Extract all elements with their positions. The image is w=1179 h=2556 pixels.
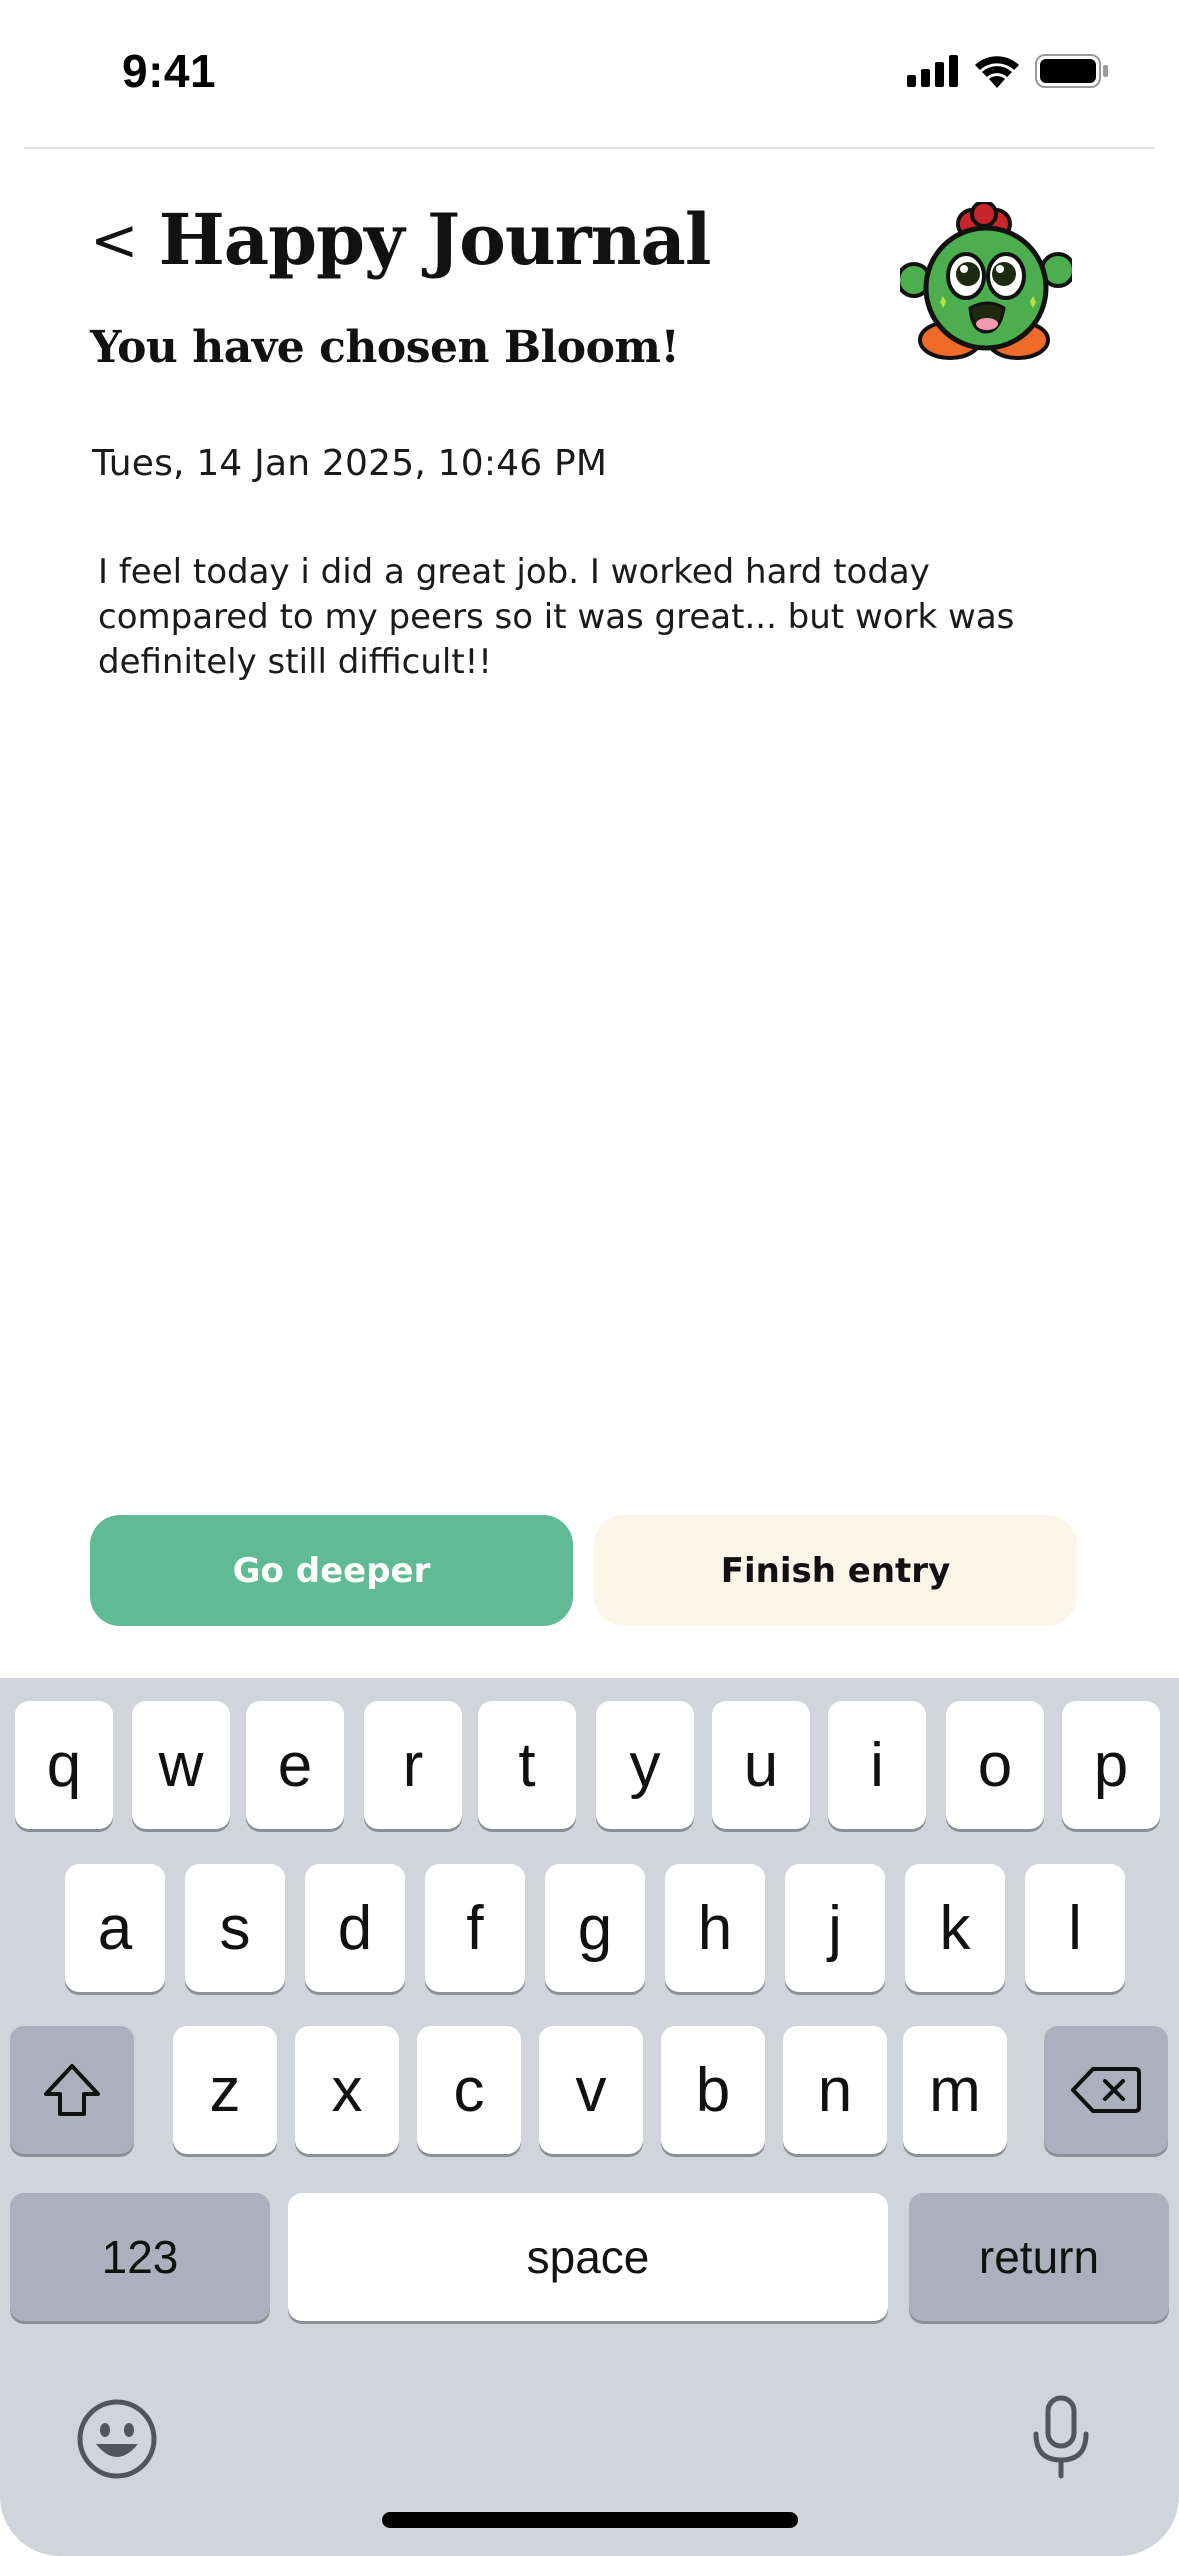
key-i[interactable]: i [828, 1701, 926, 1829]
finish-entry-button[interactable]: Finish entry [594, 1515, 1077, 1626]
key-r[interactable]: r [364, 1701, 462, 1829]
key-j[interactable]: j [785, 1864, 885, 1992]
wifi-icon [975, 56, 1019, 88]
entry-text-area[interactable]: I feel today i did a great job. I worked… [98, 550, 1088, 685]
key-q[interactable]: q [15, 1701, 113, 1829]
key-g[interactable]: g [545, 1864, 645, 1992]
key-m[interactable]: m [903, 2026, 1007, 2154]
signal-icon [907, 55, 958, 87]
key-a[interactable]: a [65, 1864, 165, 1992]
numbers-key[interactable]: 123 [10, 2193, 270, 2321]
key-b[interactable]: b [661, 2026, 765, 2154]
key-e[interactable]: e [246, 1701, 344, 1829]
shift-key[interactable] [10, 2026, 134, 2154]
key-d[interactable]: d [305, 1864, 405, 1992]
page-subtitle: You have chosen Bloom! [90, 322, 680, 373]
key-s[interactable]: s [185, 1864, 285, 1992]
key-p[interactable]: p [1062, 1701, 1160, 1829]
key-l[interactable]: l [1025, 1864, 1125, 1992]
key-y[interactable]: y [596, 1701, 694, 1829]
delete-key[interactable] [1044, 2026, 1168, 2154]
space-key[interactable]: space [288, 2193, 888, 2321]
key-z[interactable]: z [173, 2026, 277, 2154]
bloom-mascot-icon [900, 202, 1072, 360]
go-deeper-button[interactable]: Go deeper [90, 1515, 573, 1626]
key-o[interactable]: o [946, 1701, 1044, 1829]
header-divider [24, 147, 1155, 149]
microphone-icon[interactable] [1030, 2394, 1092, 2480]
emoji-icon[interactable] [76, 2398, 158, 2480]
key-n[interactable]: n [783, 2026, 887, 2154]
status-bar: 9:41 [0, 0, 1179, 150]
key-t[interactable]: t [478, 1701, 576, 1829]
key-u[interactable]: u [712, 1701, 810, 1829]
home-indicator [382, 2512, 798, 2528]
status-icons [907, 54, 1109, 88]
return-key[interactable]: return [909, 2193, 1169, 2321]
key-h[interactable]: h [665, 1864, 765, 1992]
keyboard: q w e r t y u i o p a s d f g h j k l z … [0, 1678, 1179, 2556]
key-w[interactable]: w [132, 1701, 230, 1829]
key-f[interactable]: f [425, 1864, 525, 1992]
status-time: 9:41 [122, 45, 217, 97]
key-k[interactable]: k [905, 1864, 1005, 1992]
key-x[interactable]: x [295, 2026, 399, 2154]
key-v[interactable]: v [539, 2026, 643, 2154]
header: < Happy Journal [90, 198, 712, 281]
shift-icon [44, 2064, 100, 2116]
back-button[interactable]: < [90, 211, 139, 269]
battery-icon [1035, 54, 1108, 88]
key-c[interactable]: c [417, 2026, 521, 2154]
backspace-icon [1071, 2067, 1141, 2113]
entry-date: Tues, 14 Jan 2025, 10:46 PM [92, 443, 608, 484]
page-title: Happy Journal [158, 198, 712, 281]
